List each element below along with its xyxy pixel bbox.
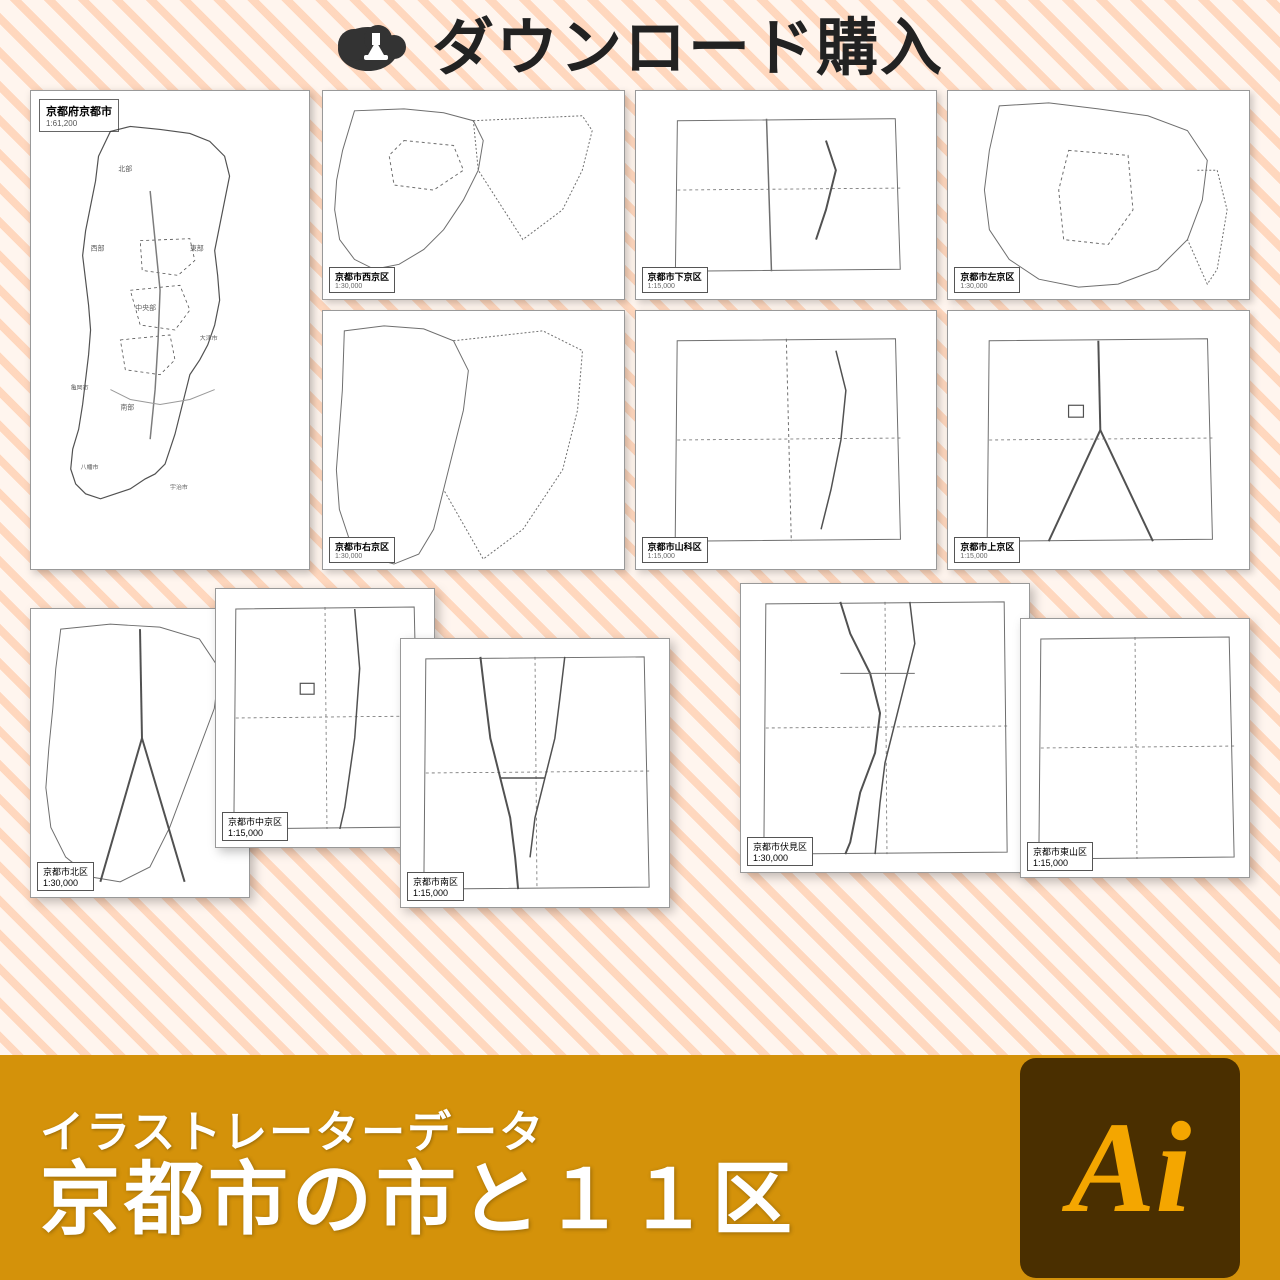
cloud-icon [336, 19, 416, 79]
nakagyo-label: 京都市中京区 1:15,000 [222, 812, 288, 841]
ai-badge: Ai [1020, 1058, 1240, 1278]
large-map: 京都府京都市 1:61,200 [30, 90, 310, 570]
footer: イラストレーターデータ 京都市の市と１１区 Ai [0, 1055, 1280, 1280]
minamiku-label: 京都市南区 1:15,000 [407, 872, 464, 901]
svg-text:八幡市: 八幡市 [81, 463, 99, 471]
map-kamigyo: 京都市上京区 1:15,000 [947, 310, 1250, 570]
minamiku-scale: 1:15,000 [413, 888, 458, 898]
yamashina-title: 京都市山科区 [648, 540, 702, 553]
ukyoku-svg [323, 311, 624, 569]
header-title: ダウンロード購入 [432, 18, 944, 80]
ukyoku-title: 京都市右京区 [335, 540, 389, 553]
svg-text:亀岡市: 亀岡市 [71, 384, 89, 392]
sakyoku-label: 京都市左京区 1:30,000 [954, 267, 1020, 293]
svg-text:大津市: 大津市 [200, 334, 218, 342]
fushimi-scale: 1:30,000 [753, 853, 807, 863]
svg-text:宇治市: 宇治市 [170, 483, 188, 491]
map-yamashina: 京都市山科区 1:15,000 [635, 310, 938, 570]
shimogyo-label: 京都市下京区 1:15,000 [642, 267, 708, 293]
yamashina-svg [636, 311, 937, 569]
yamashina-label: 京都市山科区 1:15,000 [642, 537, 708, 563]
shimogyo-scale: 1:15,000 [648, 283, 702, 290]
footer-line2: 京都市の市と１１区 [40, 1160, 796, 1240]
svg-text:東部: 東部 [190, 244, 204, 253]
nishiku-scale: 1:30,000 [335, 283, 389, 290]
kitaku-title: 京都市北区 [43, 865, 88, 878]
map-fushimi: 京都市伏見区 1:30,000 [740, 583, 1030, 873]
kitaku-scale: 1:30,000 [43, 878, 88, 888]
svg-text:西部: 西部 [91, 244, 105, 253]
fushimi-label: 京都市伏見区 1:30,000 [747, 837, 813, 866]
bottom-row: 京都市北区 1:30,000 [20, 578, 1260, 908]
large-map-svg: 北部 西部 東部 中央部 南部 八幡市 宇治市 亀岡市 大津市 [31, 91, 309, 569]
svg-text:北部: 北部 [118, 164, 132, 173]
nakagyo-title: 京都市中京区 [228, 815, 282, 828]
svg-text:中央部: 中央部 [135, 303, 156, 312]
yamashina-scale: 1:15,000 [648, 553, 702, 560]
map-minamiku: 京都市南区 1:15,000 [400, 638, 670, 908]
nishiku-label: 京都市西京区 1:30,000 [329, 267, 395, 293]
maps-area: 京都府京都市 1:61,200 [0, 90, 1280, 908]
row1: 京都府京都市 1:61,200 [20, 90, 1260, 570]
ukyoku-scale: 1:30,000 [335, 553, 389, 560]
kamigyo-title: 京都市上京区 [960, 540, 1014, 553]
page-wrapper: ダウンロード購入 京都府京都市 1:61,200 [0, 0, 1280, 1280]
kamigyo-scale: 1:15,000 [960, 553, 1014, 560]
right-grid: 京都市西京区 1:30,000 京都市下京区 [322, 90, 1250, 570]
minamiku-svg [401, 639, 669, 907]
kitaku-label: 京都市北区 1:30,000 [37, 862, 94, 891]
higashiyama-svg [1021, 619, 1249, 877]
kamigyo-label: 京都市上京区 1:15,000 [954, 537, 1020, 563]
nakagyo-scale: 1:15,000 [228, 828, 282, 838]
higashiyama-title: 京都市東山区 [1033, 845, 1087, 858]
map-nishiku: 京都市西京区 1:30,000 [322, 90, 625, 300]
map-shimogyo: 京都市下京区 1:15,000 [635, 90, 938, 300]
cloud-download-icon [336, 19, 416, 79]
nishiku-title: 京都市西京区 [335, 270, 389, 283]
sakyoku-title: 京都市左京区 [960, 270, 1014, 283]
header: ダウンロード購入 [0, 0, 1280, 90]
kamigyo-svg [948, 311, 1249, 569]
footer-line1: イラストレーターデータ [40, 1096, 545, 1160]
map-ukyoku: 京都市右京区 1:30,000 [322, 310, 625, 570]
fushimi-title: 京都市伏見区 [753, 840, 807, 853]
higashiyama-label: 京都市東山区 1:15,000 [1027, 842, 1093, 871]
fushimi-svg [741, 584, 1029, 872]
map-sakyoku: 京都市左京区 1:30,000 [947, 90, 1250, 300]
minamiku-title: 京都市南区 [413, 875, 458, 888]
sakyoku-scale: 1:30,000 [960, 283, 1014, 290]
svg-text:南部: 南部 [120, 402, 134, 411]
ai-badge-text: Ai [1069, 1103, 1192, 1233]
higashiyama-scale: 1:15,000 [1033, 858, 1087, 868]
shimogyo-title: 京都市下京区 [648, 270, 702, 283]
footer-text-block: イラストレーターデータ 京都市の市と１１区 [40, 1096, 796, 1240]
ukyoku-label: 京都市右京区 1:30,000 [329, 537, 395, 563]
map-higashiyama: 京都市東山区 1:15,000 [1020, 618, 1250, 878]
